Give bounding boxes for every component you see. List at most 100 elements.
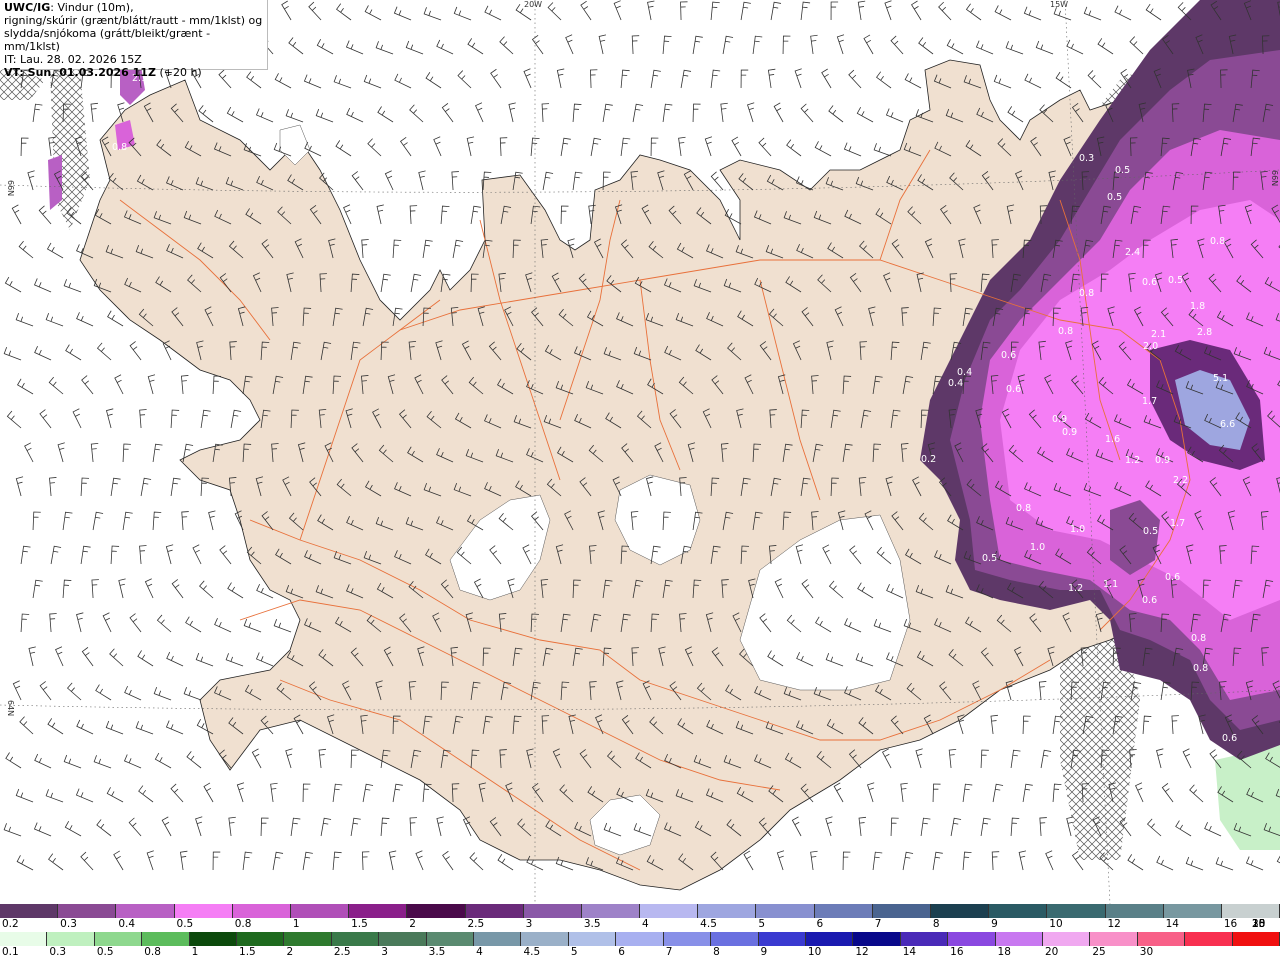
rain-colorbar-segment [0, 932, 48, 946]
precip-value-label: 2.8 [1197, 327, 1212, 338]
snow-colorbar-label: 5 [758, 918, 766, 930]
weather-map: 20W 15W 66N 64N 66N 2.1 0.8 0.3 0.5 0.5 0.8 2.… [0, 0, 1280, 904]
rain-colorbar-segment [1185, 932, 1233, 946]
rain-colorbar-labels: 0.1 0.3 0.5 0.8 1 1.5 2 2.5 3 3.5 4 4.5 5 6 7 8 9 10 12 14 1… [0, 946, 1280, 958]
precip-value-label: 0.6 [1165, 572, 1180, 583]
precip-value-label: 0.6 [1222, 733, 1237, 744]
precip-value-label: 0.8 [112, 142, 127, 153]
rain-colorbar-label: 4.5 [523, 946, 541, 958]
precip-value-label: 2.1 [1151, 329, 1166, 340]
snow-colorbar-label: 4.5 [700, 918, 717, 930]
snow-colorbar-segment [523, 904, 582, 918]
rain-colorbar-label: 0.1 [2, 946, 19, 958]
snow-colorbar-label: 2 [409, 918, 416, 930]
precip-value-label: 1.7 [1142, 396, 1157, 407]
precip-value-label: 0.4 [948, 378, 963, 389]
rain-colorbar-label: 10 [807, 946, 822, 958]
snow-colorbar-label: 9 [991, 918, 998, 930]
snow-colorbar-segment [1047, 904, 1106, 918]
rain-colorbar-segment [900, 932, 949, 946]
rain-colorbar-label: 9 [760, 946, 768, 958]
title-line3: slydda/snjókoma (grátt/bleikt/grænt - mm… [4, 27, 211, 53]
precip-value-label: 0.6 [1142, 595, 1157, 606]
rain-colorbar-label: 14 [902, 946, 917, 958]
snow-colorbar-segment [640, 904, 699, 918]
rain-colorbar-label: 4 [476, 946, 483, 958]
rain-colorbar-segment [1137, 932, 1186, 946]
rain-colorbar-segment [853, 932, 901, 946]
precip-value-label: 6.6 [1220, 419, 1235, 430]
precip-value-label: 0.8 [1191, 633, 1206, 644]
snow-colorbar-segment [1105, 904, 1164, 918]
snow-colorbar-label: 3 [525, 918, 533, 930]
precip-value-label: 0.8 [1079, 288, 1094, 299]
snow-colorbar-segment [407, 904, 466, 918]
precip-value-label: 0.5 [1107, 192, 1122, 203]
precip-value-label: 0.9 [1052, 414, 1067, 425]
rain-colorbar-segment [758, 932, 806, 946]
snow-colorbar-segment [0, 904, 59, 918]
precip-value-label: 0.8 [1016, 503, 1031, 514]
snow-colorbar-segment [465, 904, 524, 918]
rain-colorbar-segment [189, 932, 238, 946]
rain-colorbar-segment [142, 932, 190, 946]
precip-value-label: 1.0 [1030, 542, 1045, 553]
rain-colorbar-segment [1232, 932, 1280, 946]
rain-colorbar-label: 8 [713, 946, 720, 958]
snow-colorbar-segment [872, 904, 931, 918]
rain-colorbar-label: 25 [1092, 946, 1106, 958]
snow-colorbar-label: 30 [1252, 918, 1266, 930]
precip-value-label: 0.3 [1079, 153, 1094, 164]
snow-colorbar-label: 0.2 [2, 918, 19, 930]
snow-colorbar-segment [814, 904, 873, 918]
rain-colorbar-label: 7 [665, 946, 673, 958]
precip-value-label: 1.1 [1103, 579, 1118, 590]
title-line2: rigning/skúrir (grænt/blátt/rautt - mm/1… [4, 14, 263, 27]
snow-colorbar-label: 12 [1107, 918, 1121, 930]
rain-colorbar-label: 2.5 [333, 946, 351, 958]
rain-colorbar-segment [521, 932, 569, 946]
precip-value-label: 0.9 [1062, 427, 1077, 438]
rain-colorbar-label: 5 [570, 946, 578, 958]
snow-colorbar-label: 1 [292, 918, 300, 930]
precip-value-label: 0.6 [1142, 277, 1157, 288]
valid-time-line: VT: Sun. 01.03.2026 11Z (+20 h) [4, 66, 265, 79]
lat-label-64n: 64N [6, 700, 15, 716]
rain-colorbar-label: 0.3 [49, 946, 67, 958]
precip-value-label: 0.9 [1155, 455, 1170, 466]
rain-colorbar-segment [711, 932, 759, 946]
snow-colorbar [0, 904, 1280, 918]
snow-colorbar-label: 2.5 [467, 918, 485, 930]
rain-colorbar [0, 932, 1280, 946]
precip-value-label: 0.4 [957, 367, 972, 378]
snow-colorbar-segment [290, 904, 350, 918]
rain-colorbar-label: 20 [1044, 946, 1059, 958]
snow-colorbar-segment [581, 904, 641, 918]
map-title-box: UWC/IG: Vindur (10m), rigning/skúrir (gr… [2, 0, 268, 79]
snow-colorbar-label: 1.5 [351, 918, 368, 930]
rain-colorbar-segment [1090, 932, 1138, 946]
precip-value-label: 5.1 [1213, 373, 1228, 384]
snow-colorbar-labels: 0.2 0.3 0.4 0.5 0.8 1 1.5 2 2.5 3 3.5 4 4.5 5 6 7 8 9 10 12… [0, 918, 1280, 930]
rain-colorbar-segment [474, 932, 522, 946]
rain-colorbar-label: 3 [381, 946, 388, 958]
rain-colorbar-segment [1042, 932, 1091, 946]
snow-colorbar-label: 3.5 [583, 918, 601, 930]
precip-value-label: 0.2 [921, 454, 936, 465]
init-time: IT: Lau. 28. 02. 2026 15Z [4, 53, 142, 66]
title-line1: UWC/IG: Vindur (10m), [4, 1, 265, 14]
snow-colorbar-segment [232, 904, 291, 918]
precip-value-label: 1.6 [1105, 434, 1120, 445]
snow-colorbar-segment [116, 904, 175, 918]
rain-colorbar-segment [616, 932, 664, 946]
precip-value-label: 1.2 [1068, 583, 1083, 594]
product-name: UWC/IG [4, 1, 51, 14]
precip-value-label: 0.8 [1210, 236, 1225, 247]
precip-value-label: 1.2 [1125, 455, 1140, 466]
rain-colorbar-label: 3.5 [428, 946, 446, 958]
forecast-offset: (+20 h) [159, 66, 202, 79]
valid-time: VT: Sun. 01.03.2026 11Z [4, 66, 156, 79]
snow-colorbar-label: 4 [642, 918, 649, 930]
snow-colorbar-label: 0.8 [234, 918, 252, 930]
rain-colorbar-segment [805, 932, 854, 946]
